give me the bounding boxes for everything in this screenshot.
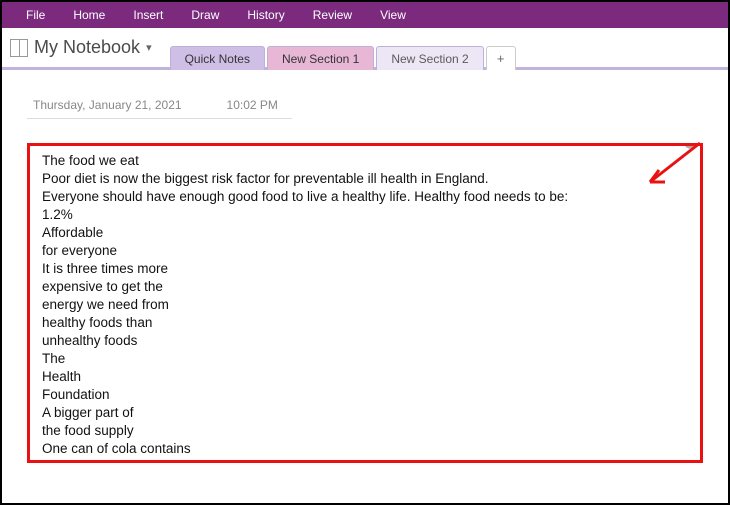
note-line[interactable]: Affordable [42, 224, 690, 242]
note-line[interactable]: A bigger part of [42, 404, 690, 422]
note-line[interactable]: unhealthy foods [42, 332, 690, 350]
note-line[interactable]: 1.2% [42, 206, 690, 224]
note-container[interactable]: · · · · ◂▸ The food we eat Poor diet is … [27, 143, 703, 463]
section-tabs: Quick Notes New Section 1 New Section 2 … [170, 28, 516, 67]
ribbon-home[interactable]: Home [59, 2, 119, 28]
note-line[interactable]: nine cubes of sugar — [42, 458, 690, 463]
page-time: 10:02 PM [227, 98, 278, 112]
note-line[interactable]: Poor diet is now the biggest risk factor… [42, 170, 690, 188]
ribbon-history[interactable]: History [233, 2, 298, 28]
note-line[interactable]: Health [42, 368, 690, 386]
page-meta: Thursday, January 21, 2021 10:02 PM [27, 90, 292, 119]
note-line[interactable]: Foundation [42, 386, 690, 404]
note-line[interactable]: The food we eat [42, 152, 690, 170]
note-line[interactable]: healthy foods than [42, 314, 690, 332]
note-line[interactable]: One can of cola contains [42, 440, 690, 458]
note-line[interactable]: expensive to get the [42, 278, 690, 296]
note-drag-handle[interactable]: · · · · [30, 143, 700, 148]
note-line[interactable]: Everyone should have enough good food to… [42, 188, 690, 206]
notebook-icon [10, 39, 28, 57]
note-line[interactable]: The [42, 350, 690, 368]
ribbon-bar: File Home Insert Draw History Review Vie… [2, 2, 728, 28]
ribbon-draw[interactable]: Draw [177, 2, 233, 28]
chevron-down-icon[interactable]: ▾ [146, 41, 152, 54]
note-resize-handle[interactable]: ◂▸ [685, 143, 694, 152]
page-area: Thursday, January 21, 2021 10:02 PM · · … [2, 70, 728, 500]
ribbon-view[interactable]: View [366, 2, 420, 28]
tab-add-section[interactable]: + [486, 46, 516, 70]
note-line[interactable]: It is three times more [42, 260, 690, 278]
note-line[interactable]: energy we need from [42, 296, 690, 314]
ribbon-review[interactable]: Review [299, 2, 366, 28]
notebook-dropdown[interactable]: My Notebook [34, 37, 140, 58]
ribbon-insert[interactable]: Insert [119, 2, 177, 28]
tab-quick-notes[interactable]: Quick Notes [170, 46, 265, 70]
ribbon-file[interactable]: File [12, 2, 59, 28]
page-date: Thursday, January 21, 2021 [33, 98, 182, 112]
toolbar: My Notebook ▾ Quick Notes New Section 1 … [2, 28, 728, 70]
tab-new-section-1[interactable]: New Section 1 [267, 46, 374, 70]
tab-new-section-2[interactable]: New Section 2 [376, 46, 483, 70]
note-line[interactable]: the food supply [42, 422, 690, 440]
note-line[interactable]: for everyone [42, 242, 690, 260]
